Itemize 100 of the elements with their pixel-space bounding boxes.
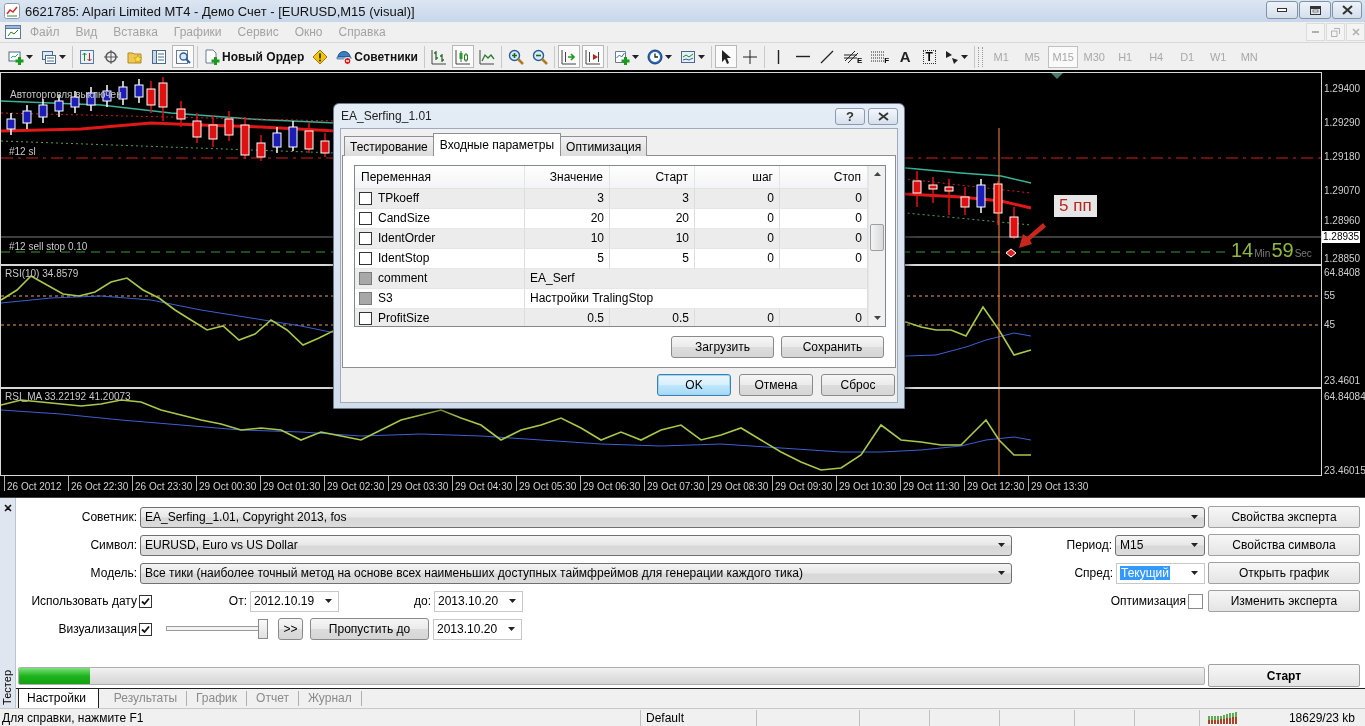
time-label: 29 Oct 12:30 (964, 476, 1028, 491)
caret-icon (631, 54, 639, 59)
date-field[interactable]: 2013.10.20 (433, 618, 522, 640)
signal-bars-icon (1208, 711, 1238, 724)
tab[interactable]: Настройки (18, 689, 99, 709)
close-icon (1351, 28, 1360, 36)
panel-title: Тестер (1, 670, 14, 705)
open-chart-button[interactable]: Открыть график (1208, 562, 1360, 584)
chart-shift-button[interactable] (581, 45, 604, 68)
chart-template-icon (679, 48, 696, 65)
cap-stop-icon (336, 48, 353, 65)
line-chart-icon (478, 48, 495, 65)
price-label: 1.29070 (1324, 185, 1361, 197)
caret-icon (998, 571, 1005, 575)
time-label: 29 Oct 09:30 (772, 476, 836, 491)
warning-icon (312, 48, 329, 65)
date-field[interactable]: 2012.10.19 (250, 590, 339, 612)
start-button[interactable]: Старт (1208, 664, 1360, 687)
slider-track[interactable] (166, 619, 268, 639)
arrow-marks-icon (945, 49, 960, 64)
status-text: Для справки, нажмите F1 (0, 709, 641, 726)
autoscroll-button[interactable] (557, 45, 580, 68)
price-label: 1.29400 (1324, 83, 1361, 95)
checkbox[interactable] (1188, 593, 1203, 609)
maximize-icon (1309, 5, 1321, 15)
slider-thumb[interactable] (258, 619, 268, 639)
scale-label: 23.4601 (1324, 375, 1361, 387)
time-label: 26 Oct 2012 (4, 476, 68, 491)
caret-icon (1191, 515, 1198, 519)
modify-expert-button[interactable]: Изменить эксперта (1208, 590, 1360, 612)
skip-button[interactable]: >> (278, 618, 303, 640)
caret-icon (961, 54, 969, 59)
text-label-button[interactable]: T (918, 45, 941, 68)
price-label: 1.28850 (1324, 253, 1361, 265)
time-label: 29 Oct 01:30 (260, 476, 324, 491)
windows-icon (41, 48, 57, 65)
time-label: 29 Oct 04:30 (452, 476, 516, 491)
candles-button[interactable] (451, 45, 474, 68)
caret-icon (998, 543, 1005, 547)
magnifier-document-icon (175, 48, 191, 65)
candlestick-icon (454, 48, 471, 65)
expert-dropdown[interactable]: EA_Serfing_1.01, Copyright 2013, fos (140, 506, 1205, 528)
tester-button[interactable] (172, 45, 194, 68)
restore-icon (1331, 27, 1340, 37)
price-label: 1.28960 (1324, 215, 1361, 227)
new-order-button[interactable]: Новый Ордер (201, 45, 308, 68)
chart-arrow-icon (560, 48, 577, 65)
text-button[interactable]: A (894, 45, 917, 68)
expert-properties-button[interactable]: Свойства эксперта (1208, 506, 1360, 528)
trend-line-icon (819, 49, 834, 64)
fibo-dotted-button[interactable]: F (867, 45, 893, 68)
minimize-button[interactable] (1266, 1, 1298, 19)
cursor-icon (720, 48, 731, 65)
chart-shift-icon (584, 48, 601, 65)
checkbox-label: Визуализация (57, 622, 137, 636)
horizontal-line-icon (795, 55, 810, 58)
caret-icon (697, 54, 705, 59)
maximize-button[interactable] (1299, 1, 1331, 19)
minimize-icon (1312, 31, 1319, 33)
experts-button[interactable]: Советники (333, 45, 421, 68)
checkbox[interactable] (139, 594, 152, 608)
checkbox-label: Использовать дату (30, 594, 137, 608)
field-label: Советник: (80, 510, 137, 524)
field-label: Символ: (89, 538, 137, 552)
time-label: 29 Oct 02:30 (324, 476, 388, 491)
clock-icon (646, 48, 663, 65)
field-label: до: (413, 594, 431, 608)
field-label: Период: (1066, 538, 1112, 552)
time-label: 29 Oct 11:30 (900, 476, 964, 491)
caret-icon (664, 54, 672, 59)
time-label: 29 Oct 00:30 (196, 476, 260, 491)
app-icon (4, 3, 20, 19)
skip-to-button[interactable]: Пропустить до (310, 618, 429, 640)
chart-plus-icon (613, 48, 630, 65)
close-icon[interactable] (3, 504, 12, 512)
checkbox[interactable] (139, 622, 152, 636)
cursor-button[interactable] (714, 45, 737, 68)
time-label: 29 Oct 10:30 (836, 476, 900, 491)
date-field[interactable]: 2013.10.20 (434, 590, 523, 612)
caret-icon (1191, 571, 1198, 575)
scale-label: 45 (1324, 319, 1336, 331)
period-dropdown[interactable]: M15 (1115, 534, 1205, 556)
document-plus-icon (204, 48, 220, 65)
caret-icon (325, 599, 332, 603)
status-text: 18629/23 kb (1288, 709, 1356, 726)
price-label: 1.29290 (1324, 117, 1361, 129)
scale-label: 55 (1324, 290, 1336, 302)
current-price-label: 1.28935 (1322, 231, 1361, 243)
scale-label: 64.84084 (1324, 391, 1365, 403)
status-text: Default (641, 709, 757, 726)
chart-window-icon[interactable] (5, 24, 21, 40)
window-title: 6621785: Alpari Limited MT4 - Демо Счет - [EURUSD,M15 (visual)] (25, 3, 415, 19)
symbol-properties-button[interactable]: Свойства символа (1208, 534, 1360, 556)
symbol-dropdown[interactable]: EURUSD, Euro vs US Dollar (140, 534, 1012, 556)
model-dropdown[interactable]: Все тики (наиболее точный метод на основе всех наименьших доступных таймфреймов для генерации каждого тика) (140, 562, 1012, 584)
caret-icon (26, 54, 33, 59)
caret-icon (59, 54, 66, 59)
fibo-hatched-button[interactable]: E (839, 45, 866, 68)
close-button[interactable] (1332, 1, 1362, 19)
caret-icon (509, 599, 516, 603)
